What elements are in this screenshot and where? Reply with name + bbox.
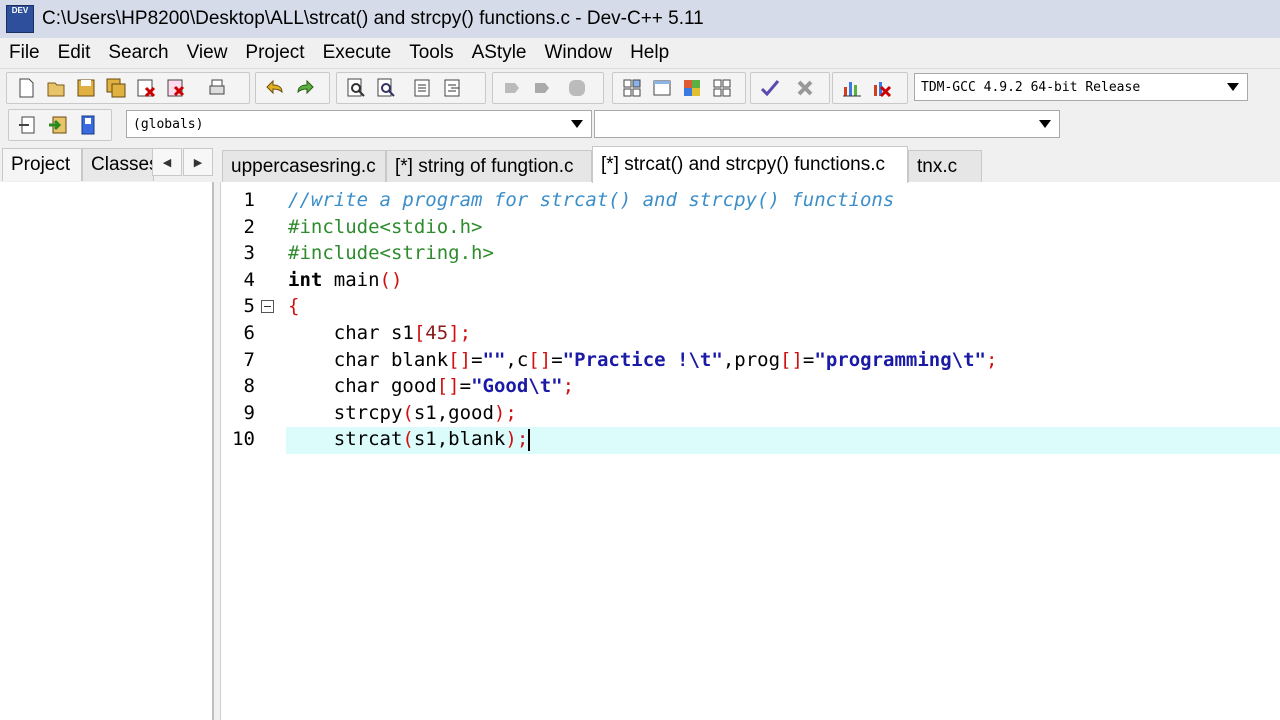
code-line: char blank[]="",c[]="Practice !\t",prog[…: [288, 348, 998, 371]
chevron-down-icon: [1227, 83, 1239, 91]
replace-button[interactable]: [374, 76, 398, 100]
search-toolbar-group: [336, 72, 486, 104]
tab-classes[interactable]: Classes: [82, 148, 154, 181]
main-toolbar: TDM-GCC 4.9.2 64-bit Release: [0, 68, 1280, 107]
code-line: {: [288, 295, 300, 318]
code-line: #include<stdio.h>: [288, 215, 483, 238]
indent-button[interactable]: [411, 76, 435, 100]
devcpp-logo-icon: DEV: [6, 5, 34, 33]
file-tab-tnx[interactable]: tnx.c: [908, 150, 982, 182]
menu-tools[interactable]: Tools: [400, 42, 462, 64]
tab-row: Project Classes ◀ ▶ uppercasesring.c [*]…: [0, 144, 1280, 183]
line-number: 3: [243, 242, 255, 265]
line-number: 5: [243, 295, 255, 318]
code-line: #include<string.h>: [288, 242, 494, 265]
open-file-button[interactable]: [44, 76, 68, 100]
tab-scroll-left-icon[interactable]: ◀: [152, 148, 182, 176]
line-number: 8: [243, 375, 255, 398]
line-number: 4: [243, 268, 255, 291]
code-line: strcpy(s1,good);: [288, 401, 517, 424]
comment-button[interactable]: [565, 76, 589, 100]
menu-search[interactable]: Search: [99, 42, 177, 64]
project-browser-panel[interactable]: [0, 182, 214, 720]
class-browser-group: [8, 109, 112, 141]
full-screen-button[interactable]: [650, 76, 674, 100]
chevron-down-icon: [1039, 120, 1051, 128]
chart-toolbar-group: [832, 72, 908, 104]
view-toolbar-group: [612, 72, 746, 104]
line-number: 7: [243, 348, 255, 371]
new-file-button[interactable]: [14, 76, 38, 100]
goto-declaration-button[interactable]: [46, 113, 70, 137]
file-toolbar-group: [6, 72, 250, 104]
line-number: 9: [243, 401, 255, 424]
line-number: 1: [243, 189, 255, 211]
menu-bar: File Edit Search View Project Execute To…: [0, 38, 1280, 68]
file-tab-string-of-fungtion[interactable]: [*] string of fungtion.c: [386, 150, 592, 182]
toggle-bookmark-button[interactable]: [500, 76, 524, 100]
check-syntax-button[interactable]: [758, 76, 782, 100]
layout-button[interactable]: [680, 76, 704, 100]
file-tab-uppercasesring[interactable]: uppercasesring.c: [222, 150, 386, 182]
undo-toolbar-group: [255, 72, 330, 104]
menu-help[interactable]: Help: [621, 42, 678, 64]
line-number: 2: [243, 215, 255, 238]
code-line: char s1[45];: [288, 322, 472, 344]
compiler-select-value: TDM-GCC 4.9.2 64-bit Release: [921, 79, 1141, 95]
tab-scroll-right-icon[interactable]: ▶: [183, 148, 213, 176]
window-title: C:\Users\HP8200\Desktop\ALL\strcat() and…: [42, 8, 704, 29]
compiler-select[interactable]: TDM-GCC 4.9.2 64-bit Release: [914, 73, 1248, 101]
goto-bookmark-button[interactable]: [530, 76, 554, 100]
scope-select[interactable]: (globals): [126, 110, 592, 138]
close-all-button[interactable]: [164, 76, 188, 100]
class-toolbar: (globals): [0, 106, 1280, 144]
delete-profile-button[interactable]: [870, 76, 894, 100]
scope-select-value: (globals): [133, 116, 204, 132]
menu-astyle[interactable]: AStyle: [463, 42, 536, 64]
stop-button[interactable]: [793, 76, 817, 100]
unindent-button[interactable]: [441, 76, 465, 100]
menu-edit[interactable]: Edit: [49, 42, 100, 64]
print-button[interactable]: [205, 76, 229, 100]
menu-file[interactable]: File: [0, 42, 49, 64]
tile-windows-button[interactable]: [710, 76, 734, 100]
member-select[interactable]: [594, 110, 1060, 138]
line-number: 6: [243, 322, 255, 344]
insert-button[interactable]: [16, 113, 40, 137]
file-tab-strcat-strcpy[interactable]: [*] strcat() and strcpy() functions.c: [592, 146, 908, 183]
tab-project[interactable]: Project: [2, 148, 82, 181]
menu-project[interactable]: Project: [236, 42, 313, 64]
code-editor[interactable]: 1 2 3 4 5 6 7 8 9 10 //write a program f…: [220, 182, 1280, 720]
text-caret: [528, 428, 531, 451]
save-button[interactable]: [74, 76, 98, 100]
code-line: //write a program for strcat() and strcp…: [288, 189, 895, 211]
code-line: int main(): [288, 268, 403, 291]
fold-collapse-icon[interactable]: [261, 300, 274, 313]
line-number: 10: [232, 428, 255, 451]
menu-view[interactable]: View: [178, 42, 237, 64]
project-view-button[interactable]: [620, 76, 644, 100]
title-bar: DEV C:\Users\HP8200\Desktop\ALL\strcat()…: [0, 0, 1280, 38]
goto-definition-button[interactable]: [76, 113, 100, 137]
close-file-button[interactable]: [134, 76, 158, 100]
code-line: strcat(s1,blank);: [288, 428, 531, 451]
chevron-down-icon: [571, 120, 583, 128]
find-button[interactable]: [344, 76, 368, 100]
menu-execute[interactable]: Execute: [314, 42, 401, 64]
bookmark-toolbar-group: [492, 72, 604, 104]
profile-button[interactable]: [840, 76, 864, 100]
redo-button[interactable]: [293, 76, 317, 100]
code-line: char good[]="Good\t";: [288, 375, 575, 398]
undo-button[interactable]: [263, 76, 287, 100]
check-toolbar-group: [750, 72, 830, 104]
save-all-button[interactable]: [104, 76, 128, 100]
menu-window[interactable]: Window: [536, 42, 622, 64]
